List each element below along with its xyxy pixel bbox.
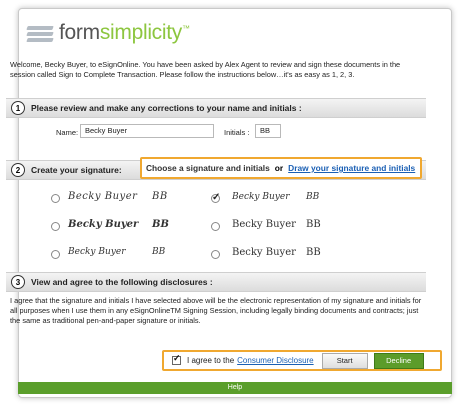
initials-label: Initials : [224,128,250,137]
step3-header: 3 View and agree to the following disclo… [6,272,426,292]
initials-option-6: BB [306,247,321,258]
initials-input[interactable] [255,124,281,138]
help-link[interactable]: Help [18,382,452,394]
start-button[interactable]: Start [321,352,368,369]
step3-number: 3 [11,275,25,289]
signature-option-4[interactable]: Becky Buyer [232,219,296,230]
stack-logo-icon [26,24,55,42]
initials-option-3: BB [152,219,169,230]
draw-signature-link[interactable]: Draw your signature and initials [288,163,415,173]
step2-number: 2 [11,163,25,177]
signature-option-2-radio[interactable] [211,192,220,203]
step1-header: 1 Please review and make any corrections… [6,98,426,118]
signature-option-6[interactable]: Becky Buyer [232,247,296,258]
welcome-message: Welcome, Becky Buyer, to eSignOnline. Yo… [10,60,401,79]
or-text: or [274,163,284,173]
logo-text: formsimplicity™ [59,21,190,44]
formsimplicity-logo: formsimplicity™ [26,21,190,45]
decline-button[interactable]: Decline [373,352,424,369]
disclosure-text: I agree that the signature and initials … [10,296,422,325]
consumer-disclosure-link[interactable]: Consumer Disclosure [237,356,313,365]
signature-option-1[interactable]: Becky Buyer [68,191,137,202]
header: formsimplicity™ [19,9,451,61]
signature-option-2[interactable]: Becky Buyer [232,192,290,202]
signature-option-1-radio[interactable] [51,194,60,203]
signature-option-6-radio[interactable] [211,250,220,259]
agreement-actions-box: I agree to the Consumer Disclosure Start… [162,350,442,371]
step1-number: 1 [11,101,25,115]
initials-option-1: BB [152,191,168,202]
step2-title: Create your signature: [31,165,122,175]
signature-option-3-radio[interactable] [51,222,60,231]
step1-title: Please review and make any corrections t… [31,103,302,113]
name-input[interactable] [80,124,214,138]
step3-title: View and agree to the following disclosu… [31,277,213,287]
signature-option-4-radio[interactable] [211,222,220,231]
initials-option-4: BB [306,219,321,230]
initials-option-5: BB [152,247,166,257]
agree-checkbox[interactable] [172,353,181,365]
signature-option-3[interactable]: Becky Buyer [68,219,138,230]
signature-option-5-radio[interactable] [51,250,60,259]
choose-signature-text: Choose a signature and initials [146,163,270,173]
signature-method-box: Choose a signature and initials or Draw … [140,157,422,179]
signature-option-5[interactable]: Becky Buyer [68,247,126,257]
initials-option-2: BB [306,192,320,202]
name-label: Name: [56,128,79,137]
agree-text: I agree to the [187,356,235,365]
